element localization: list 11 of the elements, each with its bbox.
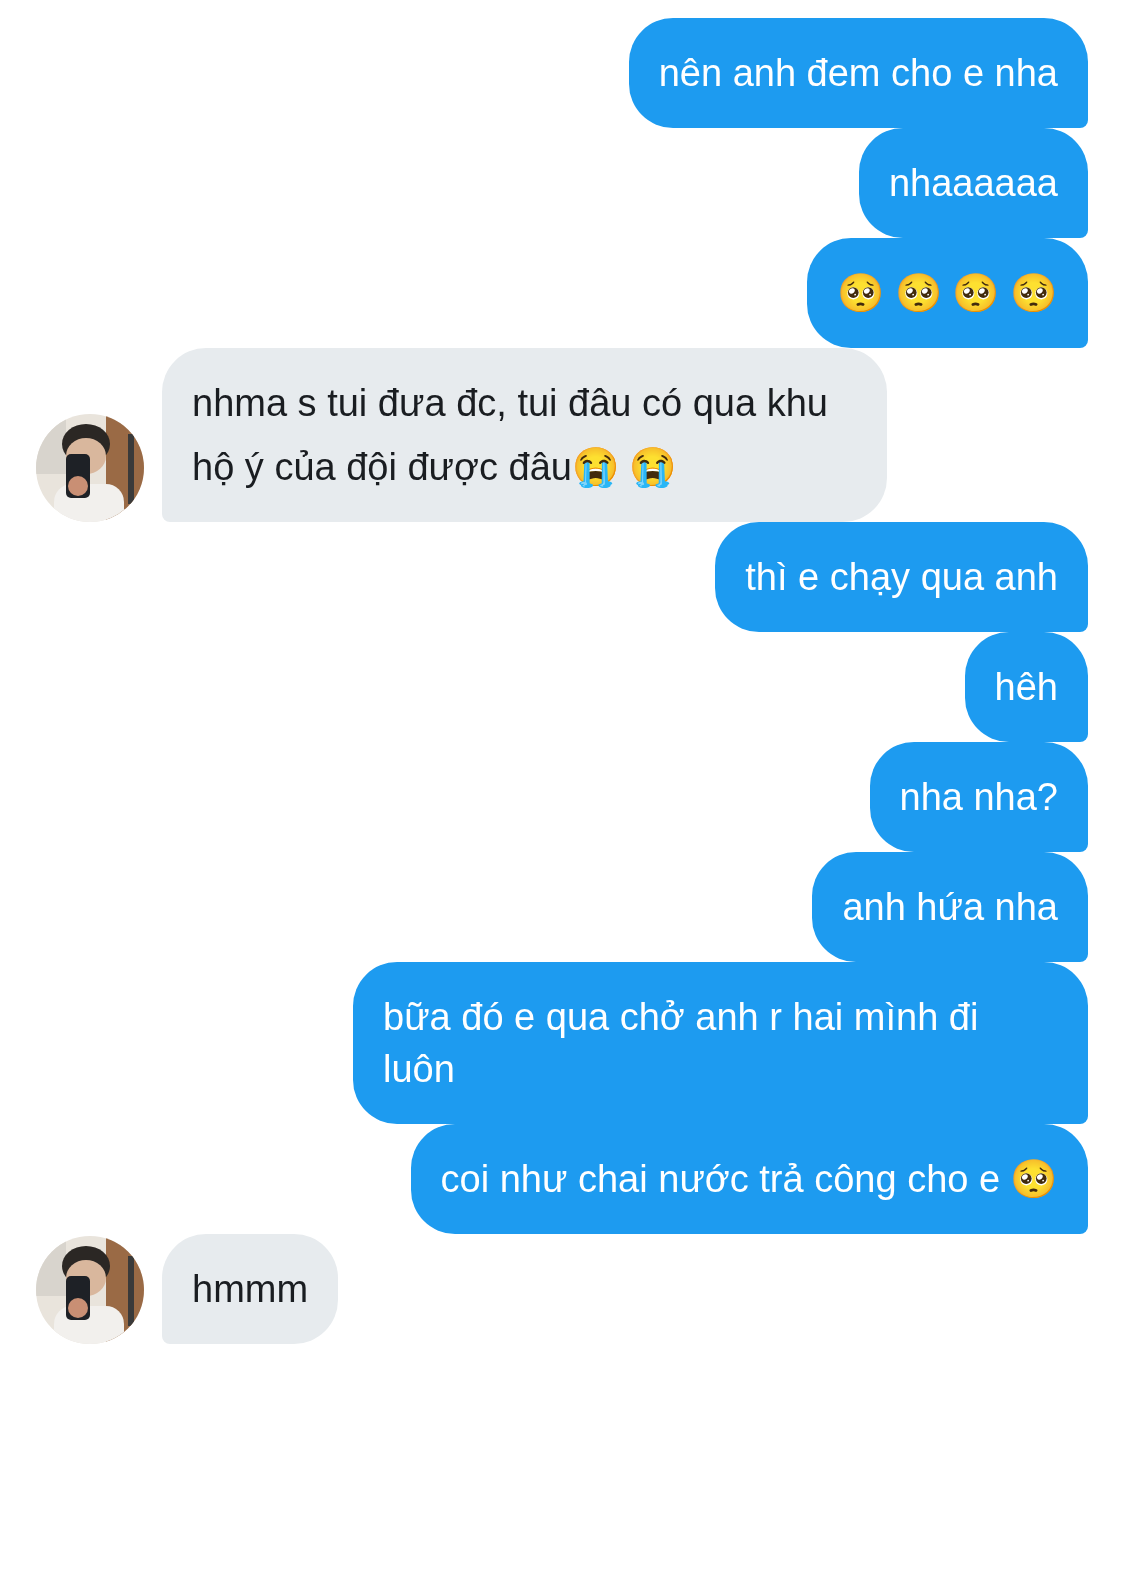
message-bubble: hêh bbox=[964, 632, 1088, 742]
message-bubble: thì e chạy qua anh bbox=[715, 522, 1088, 632]
message-bubble: nhaaaaaa bbox=[858, 128, 1088, 238]
message-bubble: hmmm bbox=[162, 1234, 339, 1344]
message-bubble: nha nha? bbox=[869, 742, 1088, 852]
message-bubble: nên anh đem cho e nha bbox=[628, 18, 1088, 128]
message-bubble: nhma s tui đưa đc, tui đâu có qua khu hộ ý của đội được đâu😭 😭 bbox=[162, 348, 887, 522]
message-bubble: anh hứa nha bbox=[812, 852, 1088, 962]
message-bubble: 🥺 🥺 🥺 🥺 bbox=[807, 238, 1088, 348]
message-bubble: bữa đó e qua chở anh r hai mình đi luôn bbox=[353, 962, 1088, 1124]
message-bubble: coi như chai nước trả công cho e 🥺 bbox=[410, 1124, 1088, 1234]
